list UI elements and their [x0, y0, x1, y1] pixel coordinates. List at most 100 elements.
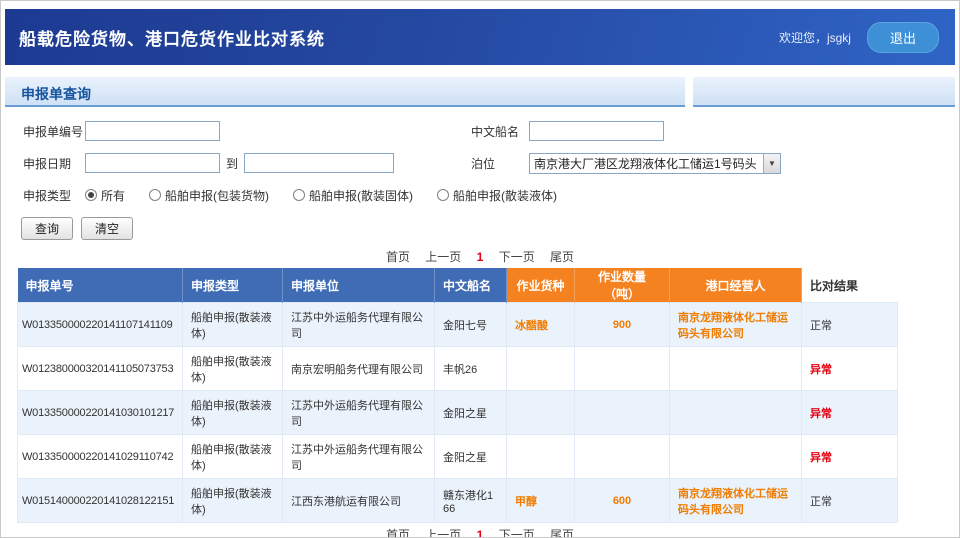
logout-button[interactable]: 退出 — [867, 22, 939, 53]
cell-qty — [575, 391, 670, 435]
table-row: W013350000220141030101217船舶申报(散装液体)江苏中外运… — [18, 391, 898, 435]
welcome-text: 欢迎您，jsgkj — [779, 29, 851, 46]
declare-type-label: 申报类型 — [23, 187, 85, 204]
col-header-ship-name: 中文船名 — [435, 268, 507, 303]
page-last-link[interactable]: 尾页 — [550, 528, 574, 538]
cell-ship: 金阳之星 — [435, 391, 507, 435]
radio-icon[interactable] — [293, 189, 305, 201]
clear-button[interactable]: 清空 — [81, 217, 133, 240]
form-row-2: 申报日期 到 泊位 南京港大厂港区龙翔液体化工储运1号码头 ▼ — [23, 151, 959, 175]
cell-company: 江西东港航运有限公司 — [283, 479, 435, 523]
form-row-1: 申报单编号 中文船名 — [23, 119, 959, 143]
cell-qty — [575, 347, 670, 391]
col-header-cargo-type: 作业货种 — [507, 268, 575, 303]
col-header-quantity: 作业数量（吨） — [575, 268, 670, 303]
page-last-link[interactable]: 尾页 — [550, 250, 574, 264]
col-header-port-operator: 港口经营人 — [670, 268, 802, 303]
table-row: W013350000220141107141109船舶申报(散装液体)江苏中外运… — [18, 303, 898, 347]
cell-ship: 赣东港化166 — [435, 479, 507, 523]
table-row: W012380000320141105073753船舶申报(散装液体)南京宏明船… — [18, 347, 898, 391]
query-section-tab: 申报单查询 — [5, 77, 685, 107]
cell-operator — [670, 435, 802, 479]
radio-icon[interactable] — [149, 189, 161, 201]
chevron-down-icon: ▼ — [763, 154, 780, 173]
date-to-input[interactable] — [244, 153, 394, 173]
cell-type: 船舶申报(散装液体) — [183, 391, 283, 435]
cell-cargo: 冰醋酸 — [507, 303, 575, 347]
results-table-body: W013350000220141107141109船舶申报(散装液体)江苏中外运… — [18, 303, 898, 523]
cell-operator — [670, 347, 802, 391]
cell-result: 正常 — [802, 303, 898, 347]
radio-label: 船舶申报(包装货物) — [165, 187, 269, 204]
query-button[interactable]: 查询 — [21, 217, 73, 240]
radio-option[interactable]: 船舶申报(散装液体) — [437, 187, 557, 204]
cell-type: 船舶申报(散装液体) — [183, 435, 283, 479]
cell-result: 异常 — [802, 391, 898, 435]
cell-company: 江苏中外运船务代理有限公司 — [283, 391, 435, 435]
table-header-row: 申报单号 申报类型 申报单位 中文船名 作业货种 作业数量（吨） 港口经营人 比… — [18, 268, 898, 303]
radio-option[interactable]: 船舶申报(散装固体) — [293, 187, 413, 204]
cell-company: 江苏中外运船务代理有限公司 — [283, 303, 435, 347]
declaration-no-label: 申报单编号 — [23, 123, 85, 140]
radio-option[interactable]: 船舶申报(包装货物) — [149, 187, 269, 204]
cell-ship: 丰帆26 — [435, 347, 507, 391]
cell-ship: 金阳七号 — [435, 303, 507, 347]
cell-qty: 600 — [575, 479, 670, 523]
declare-type-radios: 所有 船舶申报(包装货物) 船舶申报(散装固体) 船舶申报(散装液体) — [85, 187, 581, 204]
cell-ship: 金阳之星 — [435, 435, 507, 479]
cell-type: 船舶申报(散装液体) — [183, 303, 283, 347]
page-prev-link[interactable]: 上一页 — [425, 250, 461, 264]
radio-icon[interactable] — [437, 189, 449, 201]
declaration-no-input[interactable] — [85, 121, 220, 141]
cell-result: 正常 — [802, 479, 898, 523]
section-title: 申报单查询 — [5, 77, 685, 104]
page-first-link[interactable]: 首页 — [386, 528, 410, 538]
cell-qty: 900 — [575, 303, 670, 347]
pagination-top: 首页 上一页 1 下一页 尾页 — [1, 248, 959, 264]
cell-id: W015140000220141028122151 — [18, 479, 183, 523]
cell-id: W013350000220141029110742 — [18, 435, 183, 479]
page-current: 1 — [477, 250, 484, 264]
date-to-label: 到 — [226, 155, 238, 172]
cell-result: 异常 — [802, 347, 898, 391]
ship-name-label: 中文船名 — [471, 123, 529, 140]
radio-icon[interactable] — [85, 189, 97, 201]
cell-type: 船舶申报(散装液体) — [183, 479, 283, 523]
page: 船载危险货物、港口危货作业比对系统 欢迎您，jsgkj 退出 申报单查询 申报单… — [0, 0, 960, 538]
form-row-3: 申报类型 所有 船舶申报(包装货物) 船舶申报(散装固体) 船舶申报(散装液体) — [23, 183, 959, 207]
cell-id: W013350000220141030101217 — [18, 391, 183, 435]
radio-label: 所有 — [101, 187, 125, 204]
cell-operator — [670, 391, 802, 435]
ship-name-input[interactable] — [529, 121, 664, 141]
page-prev-link[interactable]: 上一页 — [425, 528, 461, 538]
page-first-link[interactable]: 首页 — [386, 250, 410, 264]
berth-select-value: 南京港大厂港区龙翔液体化工储运1号码头 — [530, 155, 763, 172]
header-right: 欢迎您，jsgkj 退出 — [779, 22, 939, 53]
app-header: 船载危险货物、港口危货作业比对系统 欢迎您，jsgkj 退出 — [5, 9, 955, 65]
section-tab-spacer — [693, 77, 955, 107]
cell-cargo — [507, 391, 575, 435]
radio-label: 船舶申报(散装固体) — [309, 187, 413, 204]
radio-option[interactable]: 所有 — [85, 187, 125, 204]
cell-result: 异常 — [802, 435, 898, 479]
cell-id: W013350000220141107141109 — [18, 303, 183, 347]
berth-select[interactable]: 南京港大厂港区龙翔液体化工储运1号码头 ▼ — [529, 153, 781, 174]
date-from-input[interactable] — [85, 153, 220, 173]
section-tab-bar: 申报单查询 — [5, 77, 955, 107]
berth-label: 泊位 — [471, 155, 529, 172]
col-header-declare-type: 申报类型 — [183, 268, 283, 303]
cell-id: W012380000320141105073753 — [18, 347, 183, 391]
page-next-link[interactable]: 下一页 — [499, 528, 535, 538]
col-header-declare-unit: 申报单位 — [283, 268, 435, 303]
cell-operator: 南京龙翔液体化工储运码头有限公司 — [670, 479, 802, 523]
cell-type: 船舶申报(散装液体) — [183, 347, 283, 391]
cell-cargo — [507, 347, 575, 391]
cell-company: 南京宏明船务代理有限公司 — [283, 347, 435, 391]
date-label: 申报日期 — [23, 155, 85, 172]
table-row: W015140000220141028122151船舶申报(散装液体)江西东港航… — [18, 479, 898, 523]
col-header-declaration-no: 申报单号 — [18, 268, 183, 303]
form-row-2-right: 泊位 南京港大厂港区龙翔液体化工储运1号码头 ▼ — [471, 151, 781, 175]
page-next-link[interactable]: 下一页 — [499, 250, 535, 264]
col-header-compare-result: 比对结果 — [802, 268, 898, 303]
cell-company: 江苏中外运船务代理有限公司 — [283, 435, 435, 479]
